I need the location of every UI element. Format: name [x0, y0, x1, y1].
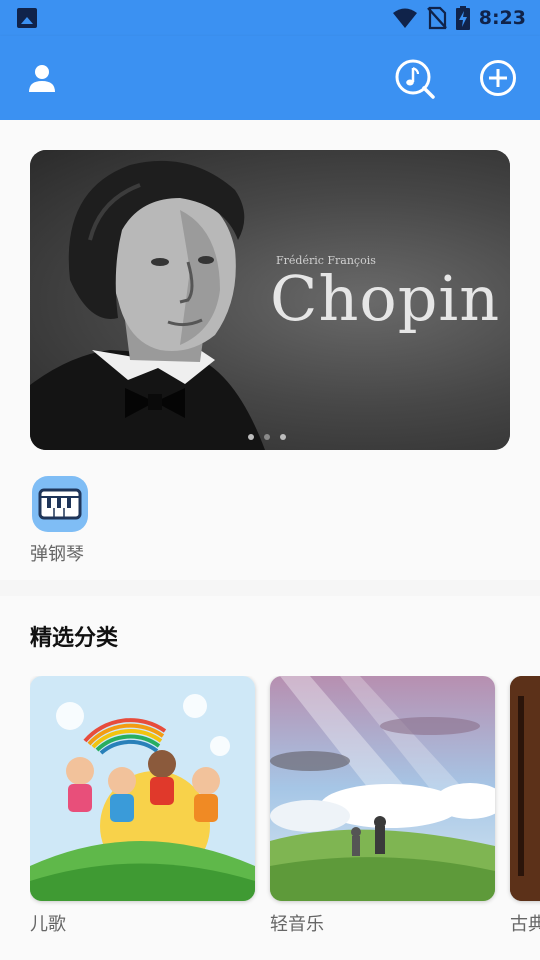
banner-carousel[interactable]: Frédéric François Chopin: [30, 150, 510, 450]
category-card-children-songs[interactable]: [30, 676, 255, 901]
image-icon: [17, 8, 37, 28]
piano-icon[interactable]: [30, 474, 90, 534]
page-indicator-dot: [248, 434, 254, 440]
page-indicator-dot: [280, 434, 286, 440]
play-piano-label[interactable]: 弹钢琴: [30, 540, 84, 566]
children-songs-illustration: [30, 676, 255, 901]
main-content: Frédéric François Chopin 弹钢琴 精选分类 儿歌 轻音乐…: [0, 120, 540, 960]
banner-title: Chopin: [270, 262, 501, 335]
category-list: 儿歌 轻音乐 古典: [30, 676, 540, 936]
no-sim-icon: [426, 6, 447, 30]
composer-portrait: [30, 160, 265, 450]
section-title: 精选分类: [30, 626, 119, 651]
category-label[interactable]: 儿歌: [30, 910, 66, 936]
category-card-light-music[interactable]: [270, 676, 495, 901]
user-icon[interactable]: [28, 64, 56, 92]
app-bar: [0, 36, 540, 120]
music-search-icon[interactable]: [394, 58, 436, 100]
page-indicator-dot-active: [264, 434, 270, 440]
status-bar-right: 8:23: [392, 4, 526, 32]
category-label[interactable]: 古典: [510, 910, 540, 936]
status-time: 8:23: [478, 7, 526, 29]
status-bar: 8:23: [0, 0, 540, 36]
category-label[interactable]: 轻音乐: [270, 910, 324, 936]
add-circle-icon[interactable]: [479, 59, 517, 97]
battery-charging-icon: [455, 6, 470, 30]
light-music-illustration: [270, 676, 495, 901]
wifi-icon: [392, 8, 417, 28]
top-section: Frédéric François Chopin 弹钢琴: [0, 120, 540, 580]
classical-illustration: [510, 676, 540, 901]
page-indicator: [248, 434, 286, 440]
featured-categories-section: 精选分类 儿歌 轻音乐 古典: [0, 596, 540, 960]
category-card-classical[interactable]: [510, 676, 540, 901]
